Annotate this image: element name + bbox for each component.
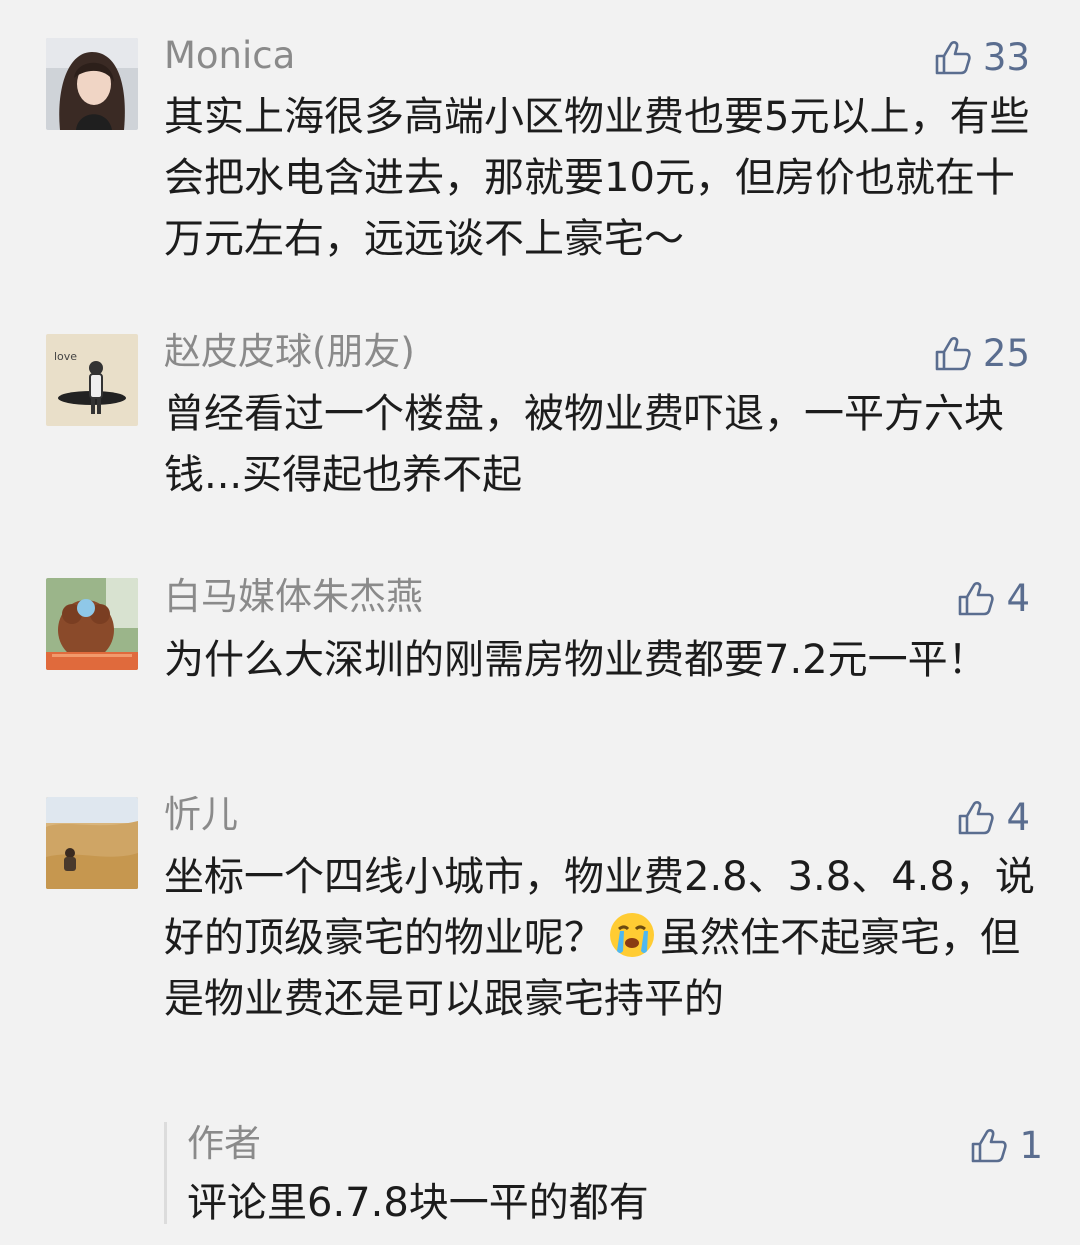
like-button[interactable]: 4 <box>956 577 1030 621</box>
author-reply: 作者 1 评论里6.7.8块一平的都有 <box>164 1122 1043 1226</box>
comment-author: 白马媒体朱杰燕 <box>164 575 423 618</box>
thumbs-up-icon <box>959 801 995 835</box>
avatar[interactable] <box>46 797 138 889</box>
reply-text: 评论里6.7.8块一平的都有 <box>187 1180 649 1226</box>
comment-author: 赵皮皮球(朋友) <box>164 330 415 373</box>
like-button[interactable]: 1 <box>969 1124 1043 1168</box>
reply-author: 作者 <box>187 1122 261 1165</box>
avatar[interactable]: love <box>46 334 138 426</box>
comment-item: 忻儿 4 坐标一个四线小城市，物业费2.8、3.8、4.8，说好的顶级豪宅的物业… <box>0 0 1080 1022</box>
svg-text:love: love <box>54 350 77 363</box>
comment-text: 坐标一个四线小城市，物业费2.8、3.8、4.8，说好的顶级豪宅的物业呢？ 虽然… <box>164 847 1044 1030</box>
like-count: 1 <box>1019 1124 1043 1167</box>
thumbs-up-icon <box>935 337 971 371</box>
comment-text: 曾经看过一个楼盘，被物业费吓退，一平方六块钱...买得起也养不起 <box>164 391 1004 498</box>
comment-text: 为什么大深圳的刚需房物业费都要7.2元一平！ <box>164 637 988 683</box>
like-button[interactable]: 4 <box>956 796 1030 840</box>
like-count: 4 <box>1006 796 1030 839</box>
like-count: 25 <box>982 332 1030 375</box>
like-count: 4 <box>1006 577 1030 620</box>
crying-face-emoji <box>610 913 654 957</box>
thumbs-up-icon <box>972 1129 1008 1163</box>
avatar[interactable] <box>46 578 138 670</box>
thumbs-up-icon <box>959 582 995 616</box>
comment-author: 忻儿 <box>164 793 238 836</box>
like-button[interactable]: 25 <box>933 332 1030 376</box>
